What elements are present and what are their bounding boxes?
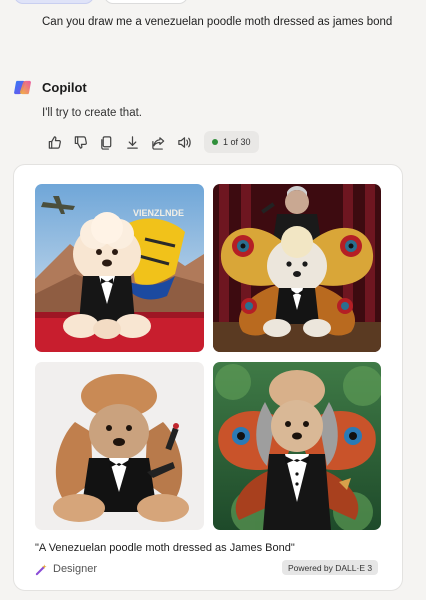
copy-icon[interactable]: [98, 134, 114, 150]
sign-text: VIENZLNDE: [133, 208, 184, 218]
share-icon[interactable]: [150, 134, 166, 150]
generated-image-1[interactable]: VIENZLNDE: [35, 184, 204, 352]
thumbs-down-icon[interactable]: [72, 134, 88, 150]
thumbs-up-icon[interactable]: [46, 134, 62, 150]
previous-suggestion-chips: [0, 0, 426, 4]
image-counter: 1 of 30: [204, 131, 259, 153]
designer-label: Designer: [53, 563, 98, 575]
status-dot-icon: [212, 139, 218, 145]
designer-link[interactable]: Designer: [35, 562, 97, 576]
message-actions: 1 of 30: [46, 130, 259, 154]
download-icon[interactable]: [124, 134, 140, 150]
assistant-header: Copilot: [13, 77, 87, 97]
designer-wand-icon: [35, 563, 47, 575]
assistant-reply: I'll try to create that.: [42, 107, 142, 119]
generated-image-2[interactable]: [213, 184, 381, 352]
previous-chip[interactable]: [14, 0, 94, 4]
powered-by-badge: Powered by DALL·E 3: [282, 560, 379, 575]
image-caption: "A Venezuelan poodle moth dressed as Jam…: [35, 542, 295, 554]
read-aloud-icon[interactable]: [176, 134, 192, 150]
image-counter-label: 1 of 30: [223, 137, 251, 147]
generated-image-3[interactable]: [35, 362, 204, 530]
copilot-logo-icon: [14, 80, 31, 94]
user-message: Can you draw me a venezuelan poodle moth…: [42, 16, 393, 28]
generated-image-4[interactable]: [213, 362, 381, 530]
image-result-card: VIENZLNDE "A Venezuelan poodle moth dres…: [13, 164, 403, 591]
previous-chip[interactable]: [104, 0, 188, 4]
assistant-name: Copilot: [42, 79, 87, 95]
